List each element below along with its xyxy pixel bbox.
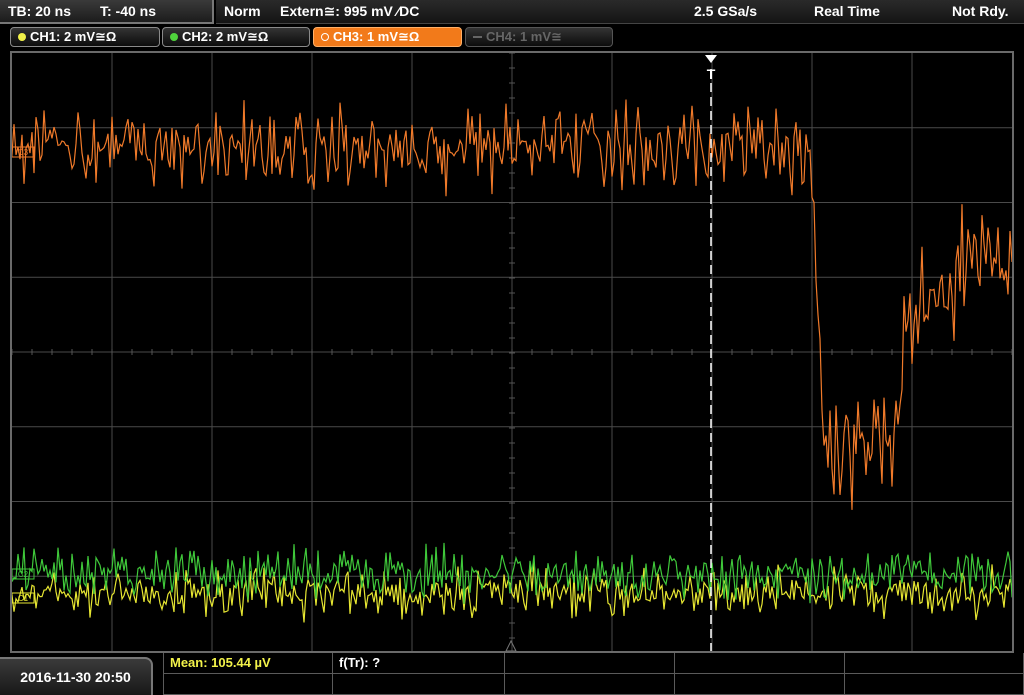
ch2-label: CH2: 2 mV≅Ω xyxy=(182,29,269,44)
measurement-table[interactable]: Mean: 105.44 µV f(Tr): ? xyxy=(163,653,1024,695)
ch1-indicator-icon xyxy=(18,33,26,41)
channel-tab-ch4[interactable]: CH4: 1 mV≅ xyxy=(465,27,613,47)
trigger-arrow-icon[interactable] xyxy=(705,55,717,63)
measurement-cell-freq[interactable]: f(Tr): ? xyxy=(333,653,505,674)
trigger-status[interactable]: Norm Extern≅: 995 mV ⁄DC 2.5 GSa/s Real … xyxy=(216,0,1024,24)
freq-measurement: f(Tr): ? xyxy=(339,655,381,670)
trigger-state: Not Rdy. xyxy=(952,3,1009,19)
measurement-cell-8[interactable] xyxy=(505,674,675,695)
trigger-label: T xyxy=(707,66,716,82)
ch3-indicator-icon xyxy=(321,33,329,41)
timebase-value[interactable]: TB: 20 ns xyxy=(8,0,71,22)
ch1-label: CH1: 2 mV≅Ω xyxy=(30,29,117,44)
graticule-grid xyxy=(12,53,1012,651)
measurement-cell-7[interactable] xyxy=(333,674,505,695)
mean-measurement: Mean: 105.44 µV xyxy=(170,655,271,670)
center-marker-icon xyxy=(505,639,517,651)
channel-tab-ch1[interactable]: CH1: 2 mV≅Ω xyxy=(10,27,160,47)
ch4-indicator-icon xyxy=(473,36,482,38)
channel-tab-ch3[interactable]: CH3: 1 mV≅Ω xyxy=(313,27,462,47)
date-time: 2016-11-30 20:50 xyxy=(0,657,153,695)
ch2-ref-label: C2 xyxy=(18,570,29,579)
ch3-label: CH3: 1 mV≅Ω xyxy=(333,29,420,44)
measurement-cell-4[interactable] xyxy=(675,653,845,674)
measurement-cell-3[interactable] xyxy=(505,653,675,674)
channel-tab-ch2[interactable]: CH2: 2 mV≅Ω xyxy=(162,27,310,47)
ch2-indicator-icon xyxy=(170,33,178,41)
measurement-cell-mean[interactable]: Mean: 105.44 µV xyxy=(163,653,333,674)
measurement-cell-5[interactable] xyxy=(845,653,1024,674)
trigger-offset-value[interactable]: T: -40 ns xyxy=(100,0,156,22)
ch1-ref-label: C1 xyxy=(18,594,29,603)
acquisition-mode[interactable]: Real Time xyxy=(814,0,880,22)
waveform-graticule[interactable]: T C3 C2 C1 xyxy=(12,53,1012,651)
measurement-cell-10[interactable] xyxy=(845,674,1024,695)
ch4-label: CH4: 1 mV≅ xyxy=(486,29,562,44)
trigger-mode[interactable]: Norm xyxy=(224,0,261,22)
ch3-ref-label: C3 xyxy=(18,148,29,157)
measurement-cell-9[interactable] xyxy=(675,674,845,695)
sample-rate: 2.5 GSa/s xyxy=(694,3,758,19)
timebase-box[interactable]: TB: 20 ns T: -40 ns xyxy=(0,0,214,24)
measurement-cell-6[interactable] xyxy=(163,674,333,695)
top-status-bar: TB: 20 ns T: -40 ns Norm Extern≅: 995 mV… xyxy=(0,0,1024,24)
trigger-source[interactable]: Extern≅: 995 mV ⁄DC xyxy=(280,0,419,22)
